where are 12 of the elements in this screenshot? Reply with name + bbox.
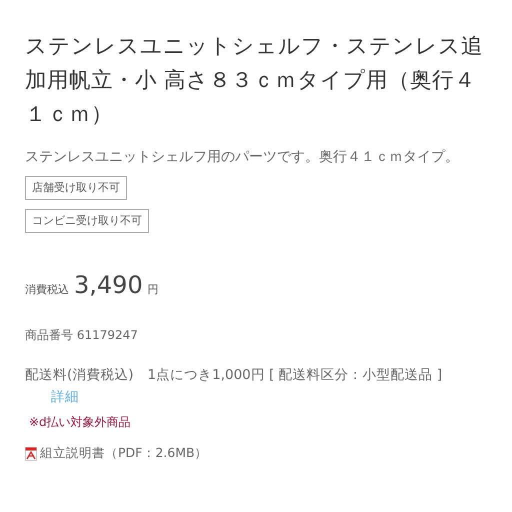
- tag-label: コンビニ受け取り不可: [25, 209, 149, 233]
- price-amount: 3,490: [74, 271, 143, 299]
- shipping-info: 配送料(消費税込) 1点につき1,000円 [ 配送料区分：小型配送品 ] 詳細: [25, 366, 444, 407]
- payment-notice: ※d払い対象外商品: [29, 414, 132, 431]
- pdf-icon: [25, 446, 37, 460]
- product-description: ステンレスユニットシェルフ用のパーツです。奥行４１ｃｍタイプ。: [25, 148, 460, 167]
- product-number: 商品番号 61179247: [25, 327, 139, 344]
- currency-unit: 円: [148, 282, 159, 297]
- product-title: ステンレスユニットシェルフ・ステンレス追加用帆立・小 高さ８３ｃｍタイプ用（奥行４１ｃｍ）: [25, 33, 484, 129]
- manual-link[interactable]: 組立説明書（PDF：2.6MB）: [40, 445, 208, 462]
- tax-label: 消費税込: [25, 282, 69, 297]
- tag-label: 店舗受け取り不可: [25, 176, 127, 200]
